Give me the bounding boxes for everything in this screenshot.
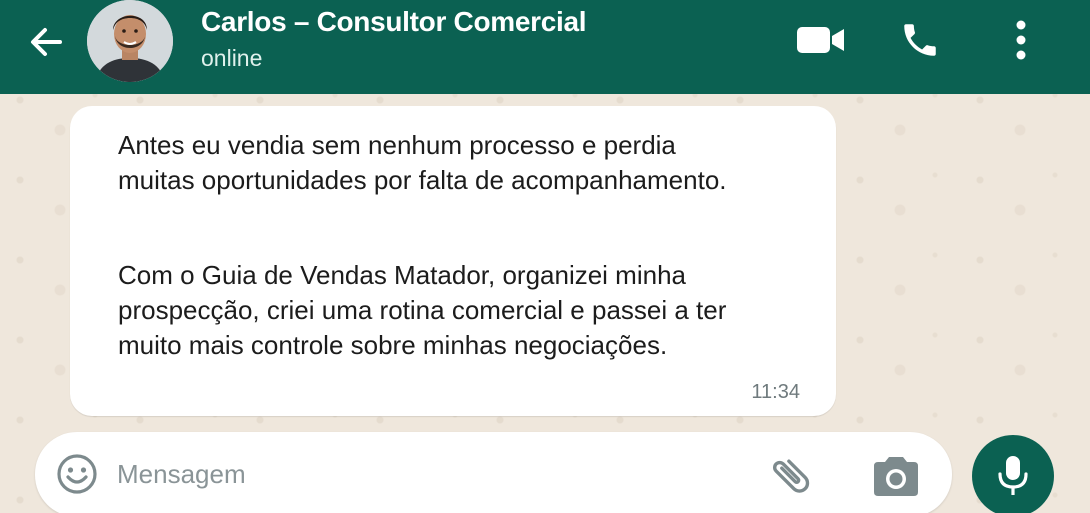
video-camera-icon <box>797 27 844 53</box>
emoji-icon <box>57 454 97 494</box>
back-button[interactable] <box>24 20 68 64</box>
message-input[interactable] <box>117 450 737 498</box>
message-paragraph: Com o Guia de Vendas Matador, organizei … <box>118 260 727 360</box>
chat-header: Carlos – Consultor Comercial online <box>0 0 1090 94</box>
voice-call-button[interactable] <box>896 16 944 64</box>
arrow-left-icon <box>31 28 62 56</box>
attach-button[interactable] <box>765 450 817 502</box>
contact-name[interactable]: Carlos – Consultor Comercial <box>201 6 587 38</box>
message-timestamp: 11:34 <box>751 381 800 403</box>
incoming-message-bubble[interactable]: Antes eu vendia sem nenhum processo e pe… <box>70 106 836 416</box>
voice-message-button[interactable] <box>972 435 1054 513</box>
message-composer <box>35 432 952 513</box>
message-paragraph: Antes eu vendia sem nenhum processo e pe… <box>118 130 727 195</box>
paperclip-icon <box>773 459 810 493</box>
video-call-button[interactable] <box>795 16 847 64</box>
contact-status: online <box>201 45 263 71</box>
contact-avatar[interactable] <box>87 0 173 82</box>
phone-icon <box>904 24 936 56</box>
menu-button[interactable] <box>1006 16 1036 64</box>
more-vertical-icon <box>1016 20 1026 60</box>
camera-icon <box>874 457 918 496</box>
microphone-icon <box>998 456 1028 495</box>
emoji-button[interactable] <box>55 452 99 496</box>
camera-button[interactable] <box>867 450 925 502</box>
